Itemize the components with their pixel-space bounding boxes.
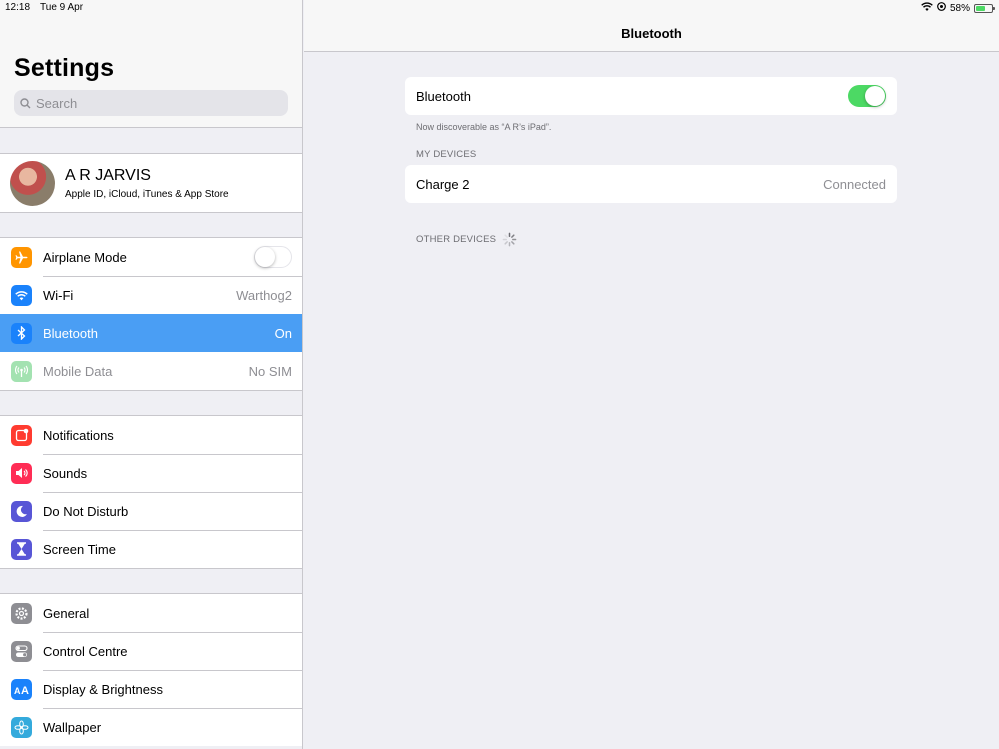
device-status: Connected <box>823 176 886 192</box>
gear-icon <box>11 602 32 624</box>
battery-percent: 58% <box>949 2 970 14</box>
other-devices-header: OTHER DEVICES <box>416 234 497 245</box>
mobile-data-value: No SIM <box>248 363 292 379</box>
other-devices-section: OTHER DEVICES <box>416 232 517 247</box>
wifi-status-icon <box>921 2 933 14</box>
bluetooth-state-value: On <box>274 325 292 341</box>
search-input[interactable]: Search <box>14 90 288 116</box>
sidebar-item-control-centre[interactable]: Control Centre <box>0 632 302 670</box>
sidebar-item-label: Wi-Fi <box>43 287 74 303</box>
device-row[interactable]: Charge 2 Connected <box>405 165 897 203</box>
sidebar-item-sounds[interactable]: Sounds <box>0 454 302 492</box>
svg-text:A: A <box>21 685 29 695</box>
profile-row[interactable]: A R JARVIS Apple ID, iCloud, iTunes & Ap… <box>0 154 302 212</box>
general-group: General Control Centre AA Display & Brig… <box>0 593 302 746</box>
sidebar-header: Settings Search <box>0 0 302 128</box>
loading-spinner-icon <box>502 232 517 247</box>
location-lock-icon <box>937 2 946 14</box>
hourglass-icon <box>11 538 32 560</box>
antenna-icon <box>11 360 32 382</box>
status-time: 12:18 <box>5 2 31 13</box>
sidebar-item-label: Bluetooth <box>43 325 98 341</box>
sidebar-item-airplane-mode[interactable]: Airplane Mode <box>0 238 302 276</box>
status-date: Tue 9 Apr <box>40 2 84 13</box>
device-name: Charge 2 <box>416 176 470 192</box>
page-title: Settings <box>14 54 115 82</box>
bluetooth-toggle-label: Bluetooth <box>416 88 471 104</box>
moon-icon <box>11 500 32 522</box>
profile-subtitle: Apple ID, iCloud, iTunes & App Store <box>65 188 229 200</box>
search-placeholder: Search <box>36 95 78 111</box>
airplane-mode-toggle[interactable] <box>254 246 292 268</box>
bluetooth-toggle-row: Bluetooth <box>405 77 897 115</box>
wifi-icon <box>11 284 32 306</box>
wifi-network-value: Warthog2 <box>236 287 292 303</box>
connectivity-group: Airplane Mode Wi-Fi Warthog2 Bluetooth O… <box>0 237 302 391</box>
sidebar-item-notifications[interactable]: Notifications <box>0 416 302 454</box>
speaker-icon <box>11 462 32 484</box>
switches-icon <box>11 640 32 662</box>
sidebar-item-wifi[interactable]: Wi-Fi Warthog2 <box>0 276 302 314</box>
bluetooth-toggle[interactable] <box>848 85 886 107</box>
battery-icon <box>974 3 995 13</box>
profile-name: A R JARVIS <box>65 166 151 184</box>
sidebar-item-label: Wallpaper <box>43 719 102 735</box>
profile-group: A R JARVIS Apple ID, iCloud, iTunes & Ap… <box>0 153 302 213</box>
text-size-icon: AA <box>11 678 32 700</box>
sidebar-item-label: Sounds <box>43 465 88 481</box>
sidebar-item-label: Notifications <box>43 427 114 443</box>
sidebar-item-label: Display & Brightness <box>43 681 163 697</box>
sidebar-item-do-not-disturb[interactable]: Do Not Disturb <box>0 492 302 530</box>
sidebar-item-general[interactable]: General <box>0 594 302 632</box>
sidebar-item-display-brightness[interactable]: AA Display & Brightness <box>0 670 302 708</box>
sidebar-item-label: Airplane Mode <box>43 249 127 265</box>
sidebar-item-label: Mobile Data <box>43 363 113 379</box>
svg-text:A: A <box>14 686 21 695</box>
sidebar-item-label: Control Centre <box>43 643 128 659</box>
detail-title: Bluetooth <box>621 26 682 41</box>
sidebar-item-label: General <box>43 605 90 621</box>
sidebar-item-label: Screen Time <box>43 541 116 557</box>
search-icon <box>20 97 31 108</box>
airplane-icon <box>11 246 32 268</box>
my-devices-header: MY DEVICES <box>416 149 477 160</box>
bluetooth-icon <box>11 322 32 344</box>
status-bar: 12:18 Tue 9 Apr 58% <box>0 0 999 14</box>
sidebar-item-label: Do Not Disturb <box>43 503 129 519</box>
flower-icon <box>11 716 32 738</box>
avatar <box>10 160 55 206</box>
sidebar-item-wallpaper[interactable]: Wallpaper <box>0 708 302 746</box>
settings-sidebar: Settings Search A R JARVIS Apple ID, iCl… <box>0 0 303 749</box>
discoverable-note: Now discoverable as “A R’s iPad”. <box>416 122 552 132</box>
notifications-icon <box>11 424 32 446</box>
bluetooth-detail-pane: Bluetooth Bluetooth Now discoverable as … <box>304 0 999 749</box>
sidebar-item-mobile-data[interactable]: Mobile Data No SIM <box>0 352 302 390</box>
sidebar-item-bluetooth[interactable]: Bluetooth On <box>0 314 302 352</box>
notifications-group: Notifications Sounds Do Not Disturb Scre… <box>0 415 302 569</box>
sidebar-item-screen-time[interactable]: Screen Time <box>0 530 302 568</box>
